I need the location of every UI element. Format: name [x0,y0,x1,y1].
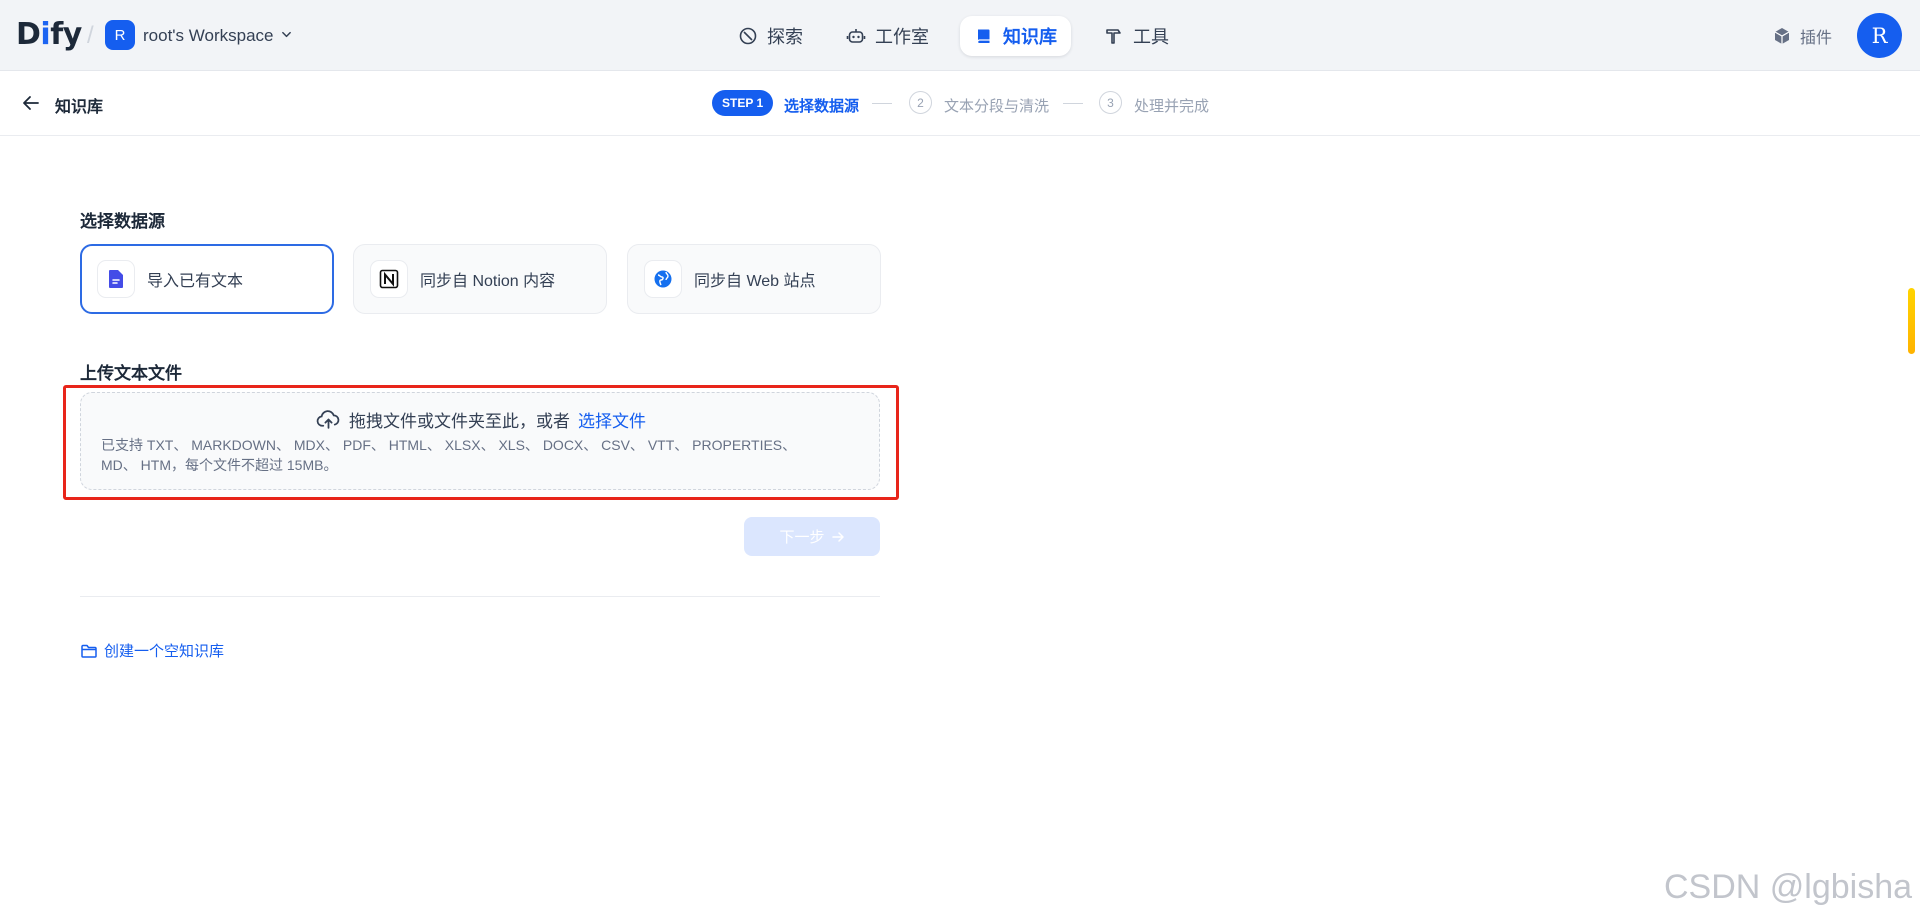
select-file-link[interactable]: 选择文件 [578,407,646,432]
nav-explore-label: 探索 [767,27,803,47]
notion-icon [379,269,399,289]
nav-knowledge-label: 知识库 [1003,27,1057,47]
nav-studio[interactable]: 工作室 [832,16,943,56]
scroll-indicator [1908,288,1915,354]
source-option-file[interactable]: 导入已有文本 [80,244,334,314]
step-1-label: 选择数据源 [784,98,860,115]
workspace-avatar[interactable]: R [105,20,135,50]
nav-explore[interactable]: 探索 [724,16,817,56]
robot-icon [846,29,866,43]
nav-studio-label: 工作室 [875,27,929,47]
source-icon-box [644,260,682,298]
source-option-label: 导入已有文本 [147,273,244,290]
user-avatar[interactable]: R [1857,13,1902,58]
source-option-label: 同步自 Notion 内容 [420,273,556,290]
source-icon-box [370,260,408,298]
next-button[interactable]: 下一步 [744,517,880,556]
source-icon-box [97,260,135,298]
supported-formats-hint: 已支持 TXT、 MARKDOWN、 MDX、 PDF、 HTML、 XLSX、… [101,435,861,475]
nav-tools[interactable]: 工具 [1090,16,1183,56]
datasource-title: 选择数据源 [80,212,165,231]
breadcrumb-separator: / [87,22,94,49]
hint-line-1: 已支持 TXT、 MARKDOWN、 MDX、 PDF、 HTML、 XLSX、… [101,437,797,453]
nav-tools-label: 工具 [1133,27,1169,47]
folder-icon [81,644,97,658]
create-empty-label: 创建一个空知识库 [104,643,225,660]
nav-knowledge[interactable]: 知识库 [960,16,1071,56]
plugins-button[interactable]: 插件 [1772,24,1832,48]
file-text-icon [109,270,123,288]
upload-title: 上传文本文件 [80,364,182,383]
next-button-label: 下一步 [779,529,825,546]
section-divider [80,596,880,597]
step-3-badge: 3 [1099,91,1122,114]
step-1-badge: STEP 1 [712,90,774,116]
hint-line-2: MD、 HTM，每个文件不超过 15MB。 [101,457,338,473]
dropzone-text: 拖拽文件或文件夹至此，或者 [349,412,570,431]
plugins-label: 插件 [1800,30,1833,47]
file-dropzone[interactable]: 拖拽文件或文件夹至此，或者 选择文件 已支持 TXT、 MARKDOWN、 MD… [80,392,880,490]
watermark-text: CSDN @lgbisha [1664,868,1913,906]
step-2-label: 文本分段与清洗 [944,98,1050,115]
top-navbar: Dify / R root's Workspace 探索 工作室 知识库 工具 … [0,0,1920,71]
cloud-upload-icon [316,410,340,429]
step-3-label: 处理并完成 [1134,98,1210,115]
source-option-web[interactable]: 同步自 Web 站点 [627,244,881,314]
source-option-label: 同步自 Web 站点 [694,273,816,290]
source-option-notion[interactable]: 同步自 Notion 内容 [353,244,607,314]
hammer-icon [1106,29,1121,44]
workspace-name[interactable]: root's Workspace [143,26,273,46]
create-empty-knowledge-link[interactable]: 创建一个空知识库 [80,640,224,661]
chevron-down-icon[interactable] [281,29,292,40]
step-connector [872,103,892,104]
dify-logo[interactable]: Dify [16,17,82,52]
arrow-left-icon[interactable] [20,92,42,114]
globe-icon [654,270,672,288]
create-dataset-header: 知识库 STEP 1 选择数据源 2 文本分段与清洗 3 处理并完成 [0,72,1920,136]
compass-icon [739,27,757,45]
step-connector [1063,103,1083,104]
book-icon [977,29,990,43]
dropzone-prompt: 拖拽文件或文件夹至此，或者 选择文件 [81,407,881,432]
cube-icon [1774,28,1790,44]
back-to-knowledge-link[interactable]: 知识库 [55,93,103,117]
arrow-right-icon [831,531,844,542]
step-2-badge: 2 [909,91,932,114]
